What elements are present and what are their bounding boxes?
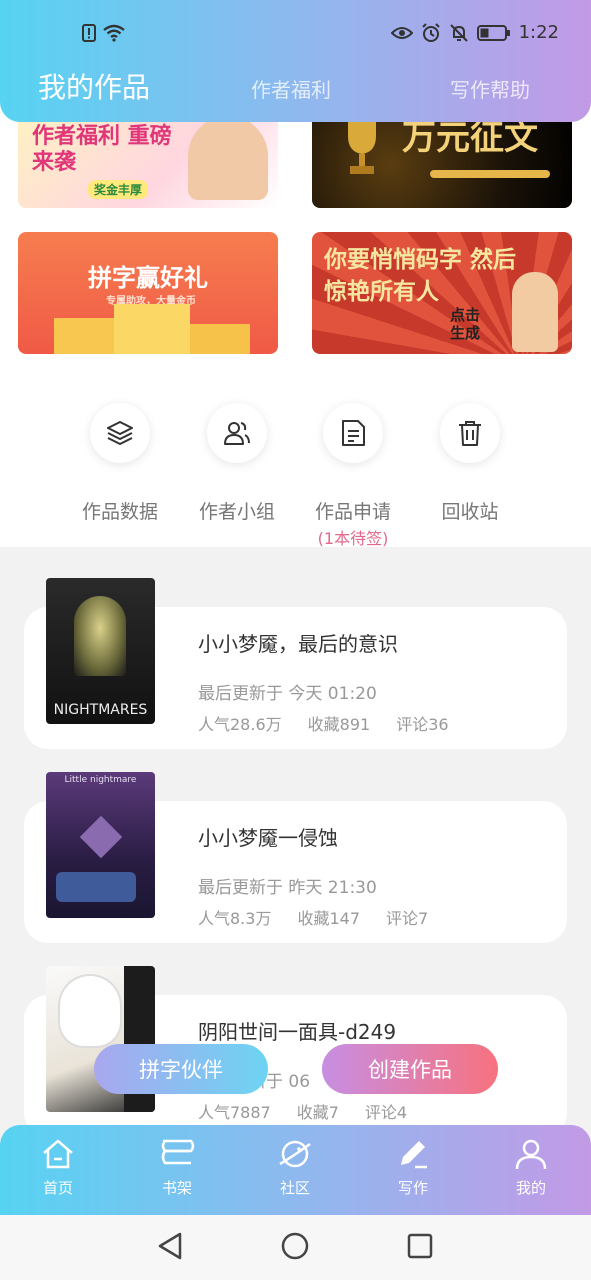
podium-1 xyxy=(114,304,190,354)
banner-title: 作者福利 重磅来袭 xyxy=(32,124,172,175)
home-icon xyxy=(43,1139,73,1169)
tab-my-works[interactable]: 我的作品 xyxy=(38,66,150,106)
nav-profile[interactable]: 我的 xyxy=(491,1137,571,1198)
pending-sign-count: (1本待签) xyxy=(317,529,389,548)
podium-3 xyxy=(190,324,250,354)
work-cover[interactable]: Little nightmare xyxy=(46,772,155,918)
work-comments: 评论7 xyxy=(386,909,429,928)
document-icon xyxy=(342,420,365,446)
works-data-button[interactable] xyxy=(90,403,150,463)
work-title: 小小梦魇一侵蚀 xyxy=(198,826,338,850)
work-title: 小小梦魇，最后的意识 xyxy=(198,632,398,656)
tab-writing-help[interactable]: 写作帮助 xyxy=(450,74,530,103)
work-popularity: 人气7887 xyxy=(198,1103,271,1122)
work-stats: 人气7887 收藏7 评论4 xyxy=(198,1099,407,1123)
cover-caption: Little nightmare xyxy=(64,775,137,785)
system-nav-bar xyxy=(0,1215,591,1280)
nav-home-label: 首页 xyxy=(42,1179,73,1197)
work-favorites: 收藏891 xyxy=(307,715,371,734)
recents-button[interactable] xyxy=(406,1231,434,1265)
status-bar: 1:22 xyxy=(0,20,591,50)
trash-icon xyxy=(459,421,481,446)
bottom-nav: 首页 书架 社区 写作 我的 xyxy=(0,1125,591,1215)
profile-icon xyxy=(515,1139,547,1170)
character-illustration xyxy=(188,116,268,200)
nav-community[interactable]: 社区 xyxy=(255,1137,335,1198)
nav-profile-label: 我的 xyxy=(515,1179,546,1197)
work-favorites: 收藏7 xyxy=(296,1103,339,1122)
wifi-icon xyxy=(103,24,125,42)
alarm-icon xyxy=(421,22,440,42)
banner-secret-writing[interactable]: 你要悄悄码字 然后惊艳所有人 点击生成 xyxy=(312,232,572,354)
header: 1:22 我的作品 作者福利 写作帮助 xyxy=(0,0,591,122)
work-cover[interactable]: NIGHTMARES xyxy=(46,578,155,724)
square-recents-icon xyxy=(407,1233,433,1259)
banner-subtitle: 点击生成 xyxy=(450,306,481,342)
works-data-label: 作品数据 xyxy=(81,501,158,523)
group-icon xyxy=(224,422,250,445)
nav-write[interactable]: 写作 xyxy=(373,1137,453,1198)
recycle-bin-button[interactable] xyxy=(440,403,500,463)
tab-author-benefits[interactable]: 作者福利 xyxy=(251,74,331,103)
eye-icon xyxy=(390,26,413,39)
nav-bookshelf-label: 书架 xyxy=(161,1179,192,1197)
banner-subtitle: 奖金丰厚 xyxy=(88,180,149,199)
works-application-label: 作品申请 xyxy=(314,501,391,523)
battery-icon xyxy=(476,24,510,41)
circle-home-icon xyxy=(281,1232,309,1260)
alert-sim-icon xyxy=(82,24,96,42)
work-stats: 人气8.3万 收藏147 评论7 xyxy=(198,905,428,929)
writing-partner-button[interactable]: 拼字伙伴 xyxy=(94,1044,268,1094)
home-system-button[interactable] xyxy=(280,1231,310,1265)
banner-title: 你要悄悄码字 然后惊艳所有人 xyxy=(324,247,517,305)
trophy-icon xyxy=(342,118,382,174)
work-updated: 最后更新于 今天 01:20 xyxy=(198,684,377,704)
back-triangle-icon xyxy=(158,1232,182,1260)
clock-time: 1:22 xyxy=(518,22,559,43)
bookshelf-icon xyxy=(161,1139,195,1165)
nav-home[interactable]: 首页 xyxy=(18,1137,98,1198)
podium-2 xyxy=(54,318,114,354)
cover-caption: NIGHTMARES xyxy=(53,702,148,718)
work-title: 阴阳世间一面具-d249 xyxy=(198,1020,397,1044)
nav-bookshelf[interactable]: 书架 xyxy=(137,1137,217,1198)
nav-community-label: 社区 xyxy=(279,1179,310,1197)
work-stats: 人气28.6万 收藏891 评论36 xyxy=(198,711,449,735)
create-work-button[interactable]: 创建作品 xyxy=(322,1044,498,1094)
gold-bar xyxy=(430,170,550,178)
banner-pinzi-gift[interactable]: 拼字赢好礼 专属助攻，大量金币 xyxy=(18,232,278,354)
work-updated: 最后更新于 昨天 21:30 xyxy=(198,878,377,898)
layers-icon xyxy=(107,421,133,445)
fist-illustration xyxy=(512,272,558,352)
back-button[interactable] xyxy=(156,1231,184,1265)
planet-icon xyxy=(279,1140,311,1168)
work-comments: 评论36 xyxy=(396,715,449,734)
work-comments: 评论4 xyxy=(364,1103,408,1122)
work-popularity: 人气8.3万 xyxy=(198,909,272,928)
author-group-label: 作者小组 xyxy=(198,501,275,523)
fox-mask xyxy=(60,976,120,1046)
work-popularity: 人气28.6万 xyxy=(198,715,282,734)
bell-muted-icon xyxy=(449,23,468,42)
quick-actions: 作品数据 作者小组 作品申请 (1本待签) 回收站 xyxy=(0,355,591,548)
banner-title: 拼字赢好礼 xyxy=(88,264,208,292)
banner-grid: 作者福利 重磅来袭 奖金丰厚 万元征文 拼字赢好礼 专属助攻，大量金币 你要悄悄… xyxy=(0,100,591,355)
works-application-button[interactable] xyxy=(323,403,383,463)
top-tabs: 我的作品 作者福利 写作帮助 xyxy=(0,62,591,104)
recycle-bin-label: 回收站 xyxy=(441,501,499,523)
work-favorites: 收藏147 xyxy=(297,909,360,928)
author-group-button[interactable] xyxy=(207,403,267,463)
pen-icon xyxy=(401,1141,427,1169)
nav-write-label: 写作 xyxy=(397,1179,428,1197)
